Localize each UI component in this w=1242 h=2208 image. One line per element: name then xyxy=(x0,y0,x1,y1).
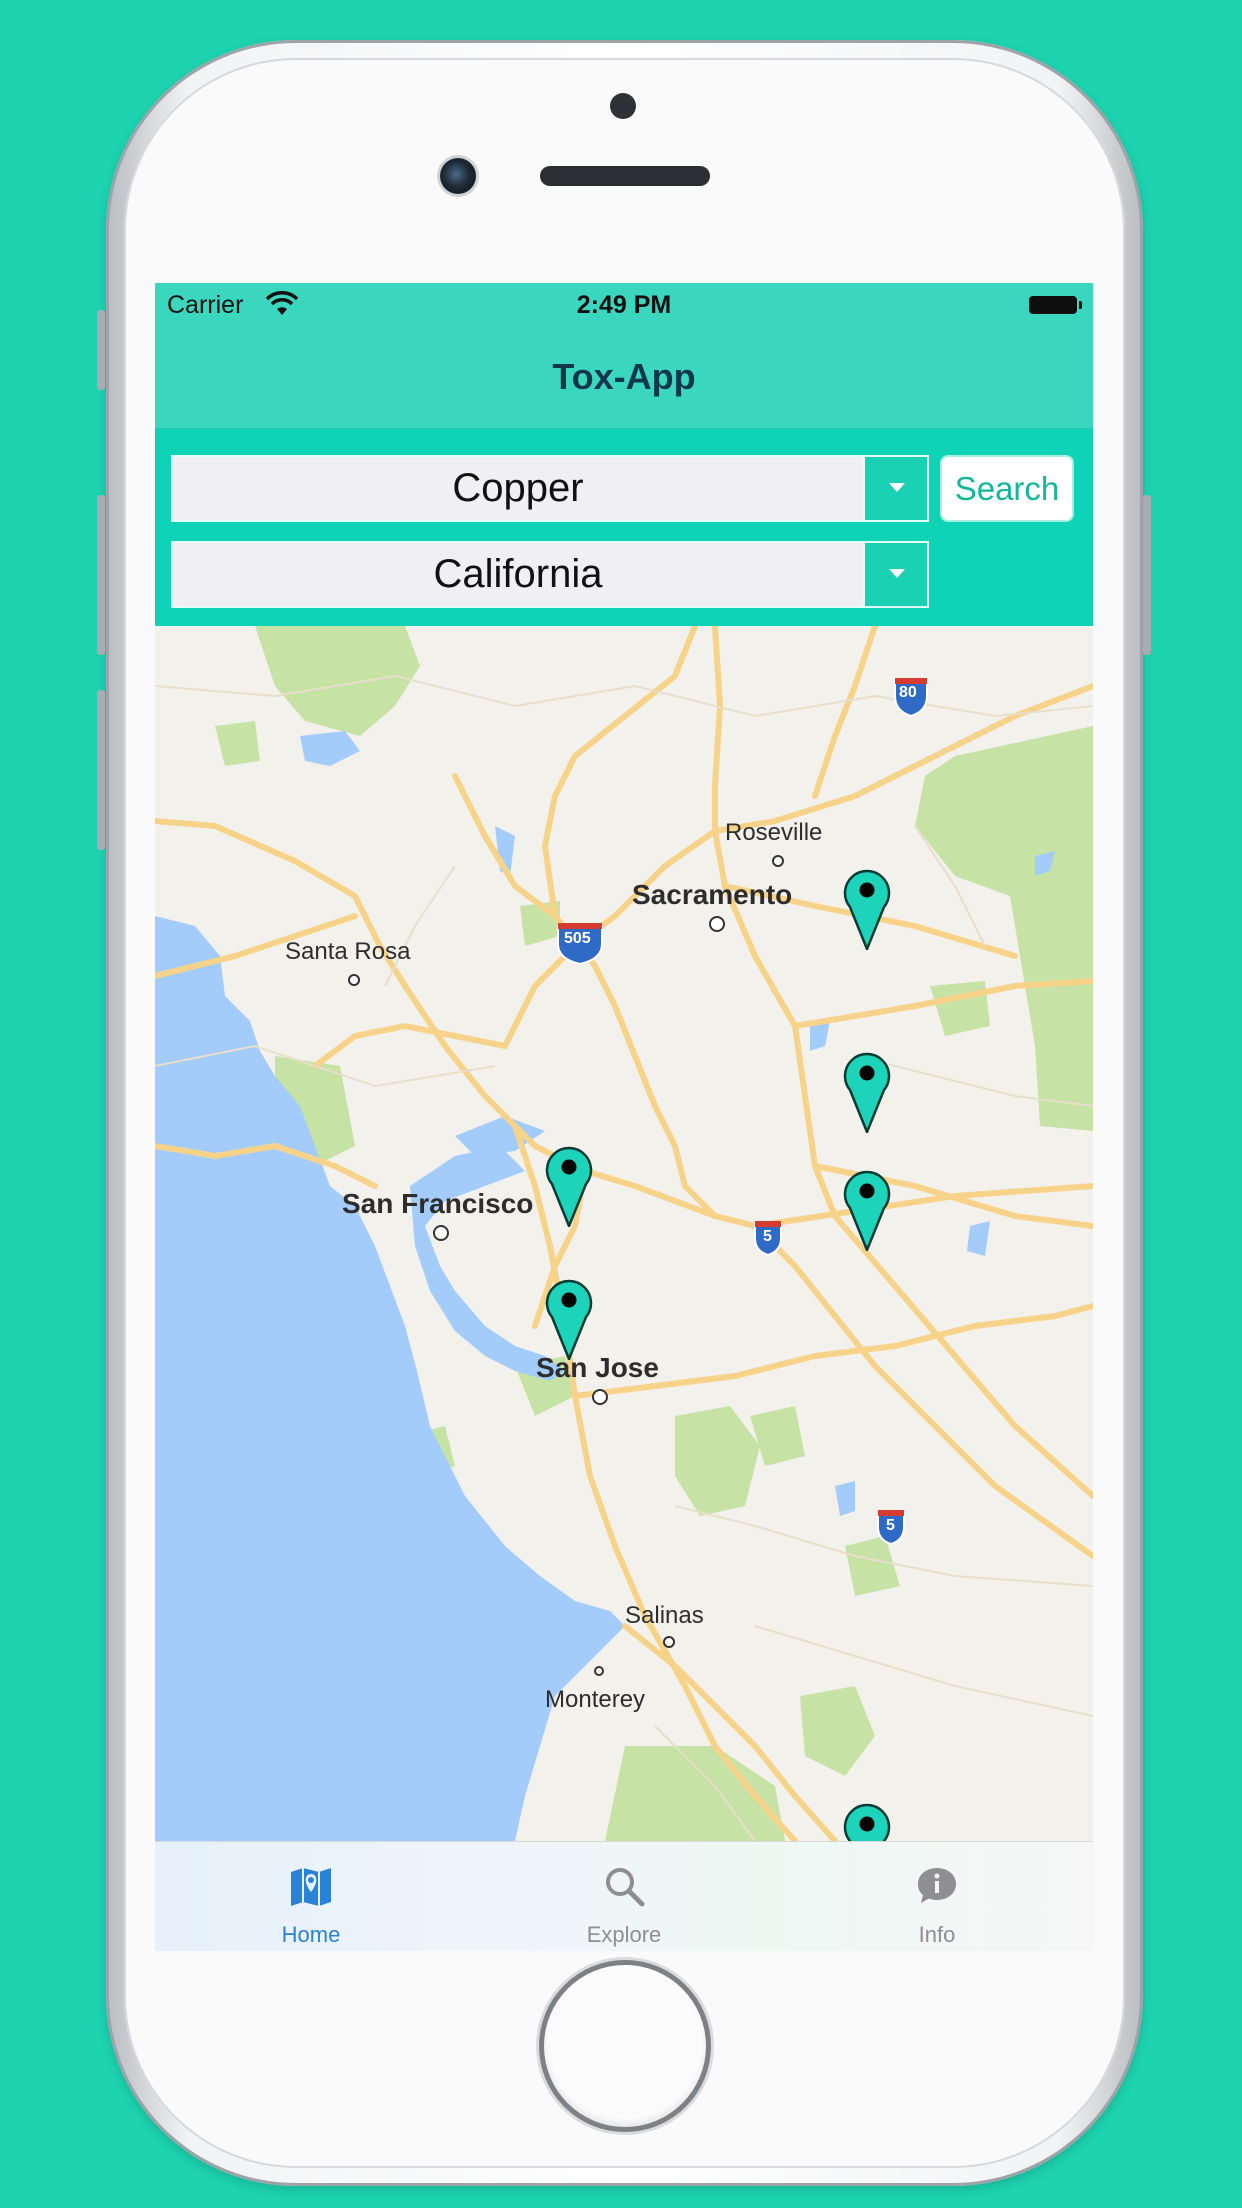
city-dot xyxy=(592,1389,608,1405)
city-label-san-francisco: San Francisco xyxy=(342,1188,534,1219)
map-view[interactable]: 80 505 5 5 Roseville Sacramento Santa Ro… xyxy=(155,626,1093,1841)
map-marker-pin[interactable] xyxy=(544,1145,594,1227)
map-tiles xyxy=(155,626,1093,1841)
metal-picker-value: Copper xyxy=(452,466,584,510)
power-button xyxy=(1143,495,1151,655)
tab-info[interactable]: Info xyxy=(781,1842,1093,1951)
info-bubble-icon xyxy=(918,1868,956,1903)
map-marker-pin[interactable] xyxy=(842,868,892,950)
interstate-5-label: 5 xyxy=(763,1228,772,1245)
city-dot xyxy=(709,916,725,932)
map-marker-pin[interactable] xyxy=(544,1278,594,1360)
state-picker-dropdown-button[interactable] xyxy=(863,543,927,606)
volume-up-button xyxy=(97,495,105,655)
app-screen: Carrier 2:49 PM Tox-App Copper Search Ca… xyxy=(155,283,1093,1951)
tab-home-label: Home xyxy=(281,1922,341,1947)
metal-picker-dropdown-button[interactable] xyxy=(863,457,927,520)
magnifier-icon xyxy=(606,1868,645,1907)
metal-picker[interactable]: Copper xyxy=(171,455,929,522)
city-dot xyxy=(433,1225,449,1241)
proximity-sensor xyxy=(610,93,636,119)
status-bar: Carrier 2:49 PM xyxy=(155,283,1093,327)
city-label-santa-rosa: Santa Rosa xyxy=(285,938,411,965)
home-button[interactable] xyxy=(544,1965,706,2127)
front-camera xyxy=(440,158,476,194)
status-time: 2:49 PM xyxy=(576,291,672,319)
navigation-bar: Tox-App xyxy=(155,327,1093,429)
city-label-roseville: Roseville xyxy=(725,819,823,846)
earpiece-speaker xyxy=(540,166,710,186)
chevron-down-icon xyxy=(889,483,905,492)
tab-home[interactable]: Home xyxy=(155,1842,467,1951)
city-dot xyxy=(663,1636,675,1648)
mute-switch xyxy=(97,310,105,390)
interstate-80-label: 80 xyxy=(899,684,917,701)
state-picker-value: California xyxy=(433,552,603,596)
battery-icon xyxy=(1029,296,1082,314)
city-dot xyxy=(594,1666,604,1676)
interstate-505-label: 505 xyxy=(564,930,591,947)
search-button[interactable]: Search xyxy=(940,455,1074,522)
tab-bar: Home Explore Info xyxy=(155,1841,1093,1951)
tab-explore-label: Explore xyxy=(586,1922,662,1947)
city-label-salinas: Salinas xyxy=(625,1602,704,1629)
tab-info-label: Info xyxy=(918,1922,956,1947)
map-marker-pin[interactable] xyxy=(842,1051,892,1133)
map-icon xyxy=(291,1868,331,1906)
tab-explore[interactable]: Explore xyxy=(468,1842,780,1951)
city-label-monterey: Monterey xyxy=(545,1686,646,1713)
interstate-5-label: 5 xyxy=(886,1517,895,1534)
map-marker-pin[interactable] xyxy=(842,1169,892,1251)
city-label-sacramento: Sacramento xyxy=(632,879,793,910)
page-title: Tox-App xyxy=(552,356,696,397)
city-dot xyxy=(348,974,360,986)
city-dot xyxy=(772,855,784,867)
state-picker[interactable]: California xyxy=(171,541,929,608)
chevron-down-icon xyxy=(889,569,905,578)
filter-panel: Copper Search California xyxy=(155,429,1093,626)
volume-down-button xyxy=(97,690,105,850)
map-marker-pin[interactable] xyxy=(842,1802,892,1841)
